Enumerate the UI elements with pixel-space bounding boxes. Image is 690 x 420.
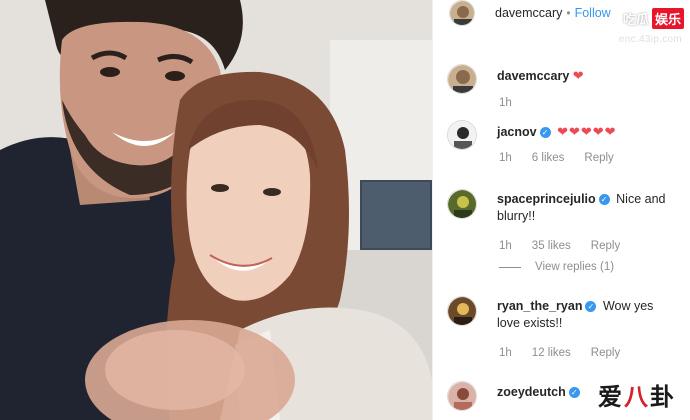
comment-likes[interactable]: 6 likes bbox=[532, 152, 565, 164]
comment-item: jacnov ✓ ❤❤❤❤❤ bbox=[447, 120, 687, 150]
verified-badge-icon: ✓ bbox=[598, 194, 610, 205]
header-avatar[interactable] bbox=[449, 0, 475, 26]
couple-selfie-image bbox=[0, 0, 432, 420]
watermark-char: 八 bbox=[624, 384, 650, 411]
comment-username[interactable]: jacnov bbox=[497, 125, 537, 139]
comment-time: 1h bbox=[499, 152, 512, 164]
verified-badge-icon: ✓ bbox=[585, 301, 597, 312]
watermark-top-right: 娱乐 bbox=[651, 8, 684, 29]
view-replies-button[interactable]: View replies (1) bbox=[499, 261, 614, 273]
comment-username[interactable]: davemccary bbox=[497, 69, 569, 83]
header-separator: • bbox=[566, 6, 571, 20]
comment-avatar[interactable] bbox=[447, 120, 477, 150]
comment-time: 1h bbox=[499, 97, 512, 109]
comments-panel: davemccary • Follow 吃瓜 娱乐 enc.43ip.com d… bbox=[432, 0, 690, 420]
reply-button[interactable]: Reply bbox=[584, 152, 613, 164]
watermark-url: enc.43ip.com bbox=[618, 34, 682, 45]
comment-meta: 1h bbox=[499, 97, 512, 109]
reply-button[interactable]: Reply bbox=[591, 240, 620, 252]
verified-badge-icon: ✓ bbox=[539, 127, 551, 138]
header-username[interactable]: davemccary bbox=[495, 6, 562, 20]
watermark-top: 吃瓜 娱乐 bbox=[623, 8, 684, 29]
comment-avatar[interactable] bbox=[447, 296, 477, 326]
comment-likes[interactable]: 12 likes bbox=[532, 347, 571, 359]
watermark-char: 爱 bbox=[598, 384, 624, 411]
watermark-char: 卦 bbox=[650, 384, 676, 411]
comment-time: 1h bbox=[499, 347, 512, 359]
view-replies-line bbox=[499, 266, 521, 268]
comment-item: ryan_the_ryan ✓ Wow yes love exists!! bbox=[447, 296, 687, 332]
comment-username[interactable]: zoeydeutch bbox=[497, 385, 566, 399]
reply-button[interactable]: Reply bbox=[591, 347, 620, 359]
verified-badge-icon: ✓ bbox=[568, 387, 580, 398]
comment-avatar[interactable] bbox=[447, 189, 477, 219]
comment-item: davemccary ❤ bbox=[447, 64, 687, 94]
watermark-top-left: 吃瓜 bbox=[622, 12, 649, 27]
heart-emoji-icon: ❤❤❤❤❤ bbox=[557, 124, 617, 139]
watermark-bottom-logo: 爱八卦 bbox=[598, 377, 676, 412]
comment-meta: 1h 35 likes Reply bbox=[499, 240, 620, 252]
post-photo bbox=[0, 0, 432, 420]
comment-username[interactable]: ryan_the_ryan bbox=[497, 299, 582, 313]
comment-meta: 1h 12 likes Reply bbox=[499, 347, 620, 359]
comment-avatar[interactable] bbox=[447, 64, 477, 94]
comment-item: spaceprincejulio ✓ Nice and blurry!! bbox=[447, 189, 687, 225]
comment-avatar[interactable] bbox=[447, 381, 477, 411]
view-replies-label: View replies (1) bbox=[535, 261, 615, 273]
heart-emoji-icon: ❤ bbox=[572, 68, 585, 83]
comment-time: 1h bbox=[499, 240, 512, 252]
comment-username[interactable]: spaceprincejulio bbox=[497, 192, 596, 206]
comment-likes[interactable]: 35 likes bbox=[532, 240, 571, 252]
follow-button[interactable]: Follow bbox=[575, 6, 611, 20]
comment-meta: 1h 6 likes Reply bbox=[499, 152, 614, 164]
